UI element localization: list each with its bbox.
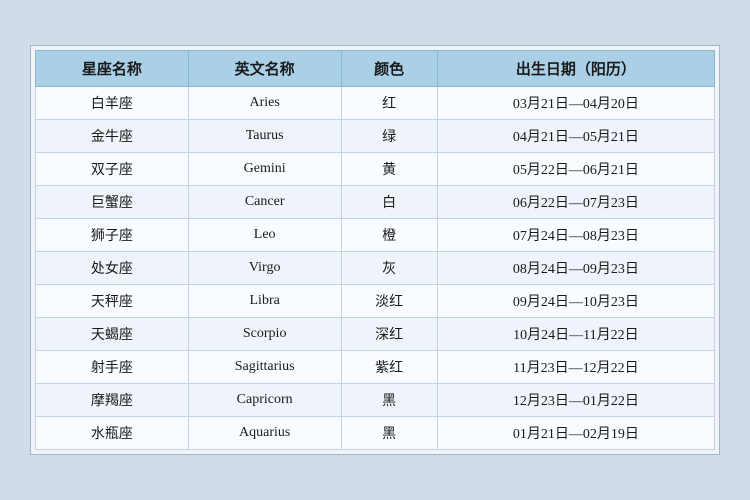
cell-color: 紫红 [341,351,437,384]
cell-dates: 06月22日—07月23日 [437,186,714,219]
cell-english-name: Cancer [188,186,341,219]
cell-chinese-name: 射手座 [36,351,189,384]
cell-english-name: Taurus [188,120,341,153]
cell-color: 黑 [341,384,437,417]
table-body: 白羊座Aries红03月21日—04月20日金牛座Taurus绿04月21日—0… [36,87,715,450]
cell-dates: 04月21日—05月21日 [437,120,714,153]
cell-english-name: Libra [188,285,341,318]
cell-color: 淡红 [341,285,437,318]
cell-color: 红 [341,87,437,120]
cell-color: 黑 [341,417,437,450]
table-row: 白羊座Aries红03月21日—04月20日 [36,87,715,120]
zodiac-table: 星座名称 英文名称 颜色 出生日期（阳历） 白羊座Aries红03月21日—04… [35,50,715,450]
cell-color: 绿 [341,120,437,153]
cell-dates: 12月23日—01月22日 [437,384,714,417]
cell-english-name: Aries [188,87,341,120]
cell-color: 灰 [341,252,437,285]
table-row: 巨蟹座Cancer白06月22日—07月23日 [36,186,715,219]
cell-chinese-name: 摩羯座 [36,384,189,417]
cell-color: 黄 [341,153,437,186]
cell-dates: 03月21日—04月20日 [437,87,714,120]
cell-color: 深红 [341,318,437,351]
table-row: 天秤座Libra淡红09月24日—10月23日 [36,285,715,318]
table-row: 天蝎座Scorpio深红10月24日—11月22日 [36,318,715,351]
cell-color: 白 [341,186,437,219]
cell-chinese-name: 白羊座 [36,87,189,120]
cell-chinese-name: 天蝎座 [36,318,189,351]
cell-chinese-name: 巨蟹座 [36,186,189,219]
cell-dates: 09月24日—10月23日 [437,285,714,318]
cell-dates: 11月23日—12月22日 [437,351,714,384]
header-birth-date: 出生日期（阳历） [437,51,714,87]
cell-english-name: Leo [188,219,341,252]
table-row: 水瓶座Aquarius黑01月21日—02月19日 [36,417,715,450]
table-header-row: 星座名称 英文名称 颜色 出生日期（阳历） [36,51,715,87]
header-english-name: 英文名称 [188,51,341,87]
cell-dates: 01月21日—02月19日 [437,417,714,450]
cell-color: 橙 [341,219,437,252]
cell-english-name: Sagittarius [188,351,341,384]
cell-english-name: Virgo [188,252,341,285]
table-row: 双子座Gemini黄05月22日—06月21日 [36,153,715,186]
table-row: 摩羯座Capricorn黑12月23日—01月22日 [36,384,715,417]
cell-dates: 07月24日—08月23日 [437,219,714,252]
cell-english-name: Capricorn [188,384,341,417]
table-row: 狮子座Leo橙07月24日—08月23日 [36,219,715,252]
cell-english-name: Scorpio [188,318,341,351]
table-row: 金牛座Taurus绿04月21日—05月21日 [36,120,715,153]
cell-chinese-name: 狮子座 [36,219,189,252]
cell-chinese-name: 水瓶座 [36,417,189,450]
cell-chinese-name: 处女座 [36,252,189,285]
cell-chinese-name: 天秤座 [36,285,189,318]
cell-english-name: Gemini [188,153,341,186]
cell-dates: 10月24日—11月22日 [437,318,714,351]
header-chinese-name: 星座名称 [36,51,189,87]
table-row: 处女座Virgo灰08月24日—09月23日 [36,252,715,285]
cell-dates: 05月22日—06月21日 [437,153,714,186]
cell-dates: 08月24日—09月23日 [437,252,714,285]
table-row: 射手座Sagittarius紫红11月23日—12月22日 [36,351,715,384]
header-color: 颜色 [341,51,437,87]
cell-english-name: Aquarius [188,417,341,450]
cell-chinese-name: 金牛座 [36,120,189,153]
zodiac-table-wrapper: 星座名称 英文名称 颜色 出生日期（阳历） 白羊座Aries红03月21日—04… [30,45,720,455]
cell-chinese-name: 双子座 [36,153,189,186]
